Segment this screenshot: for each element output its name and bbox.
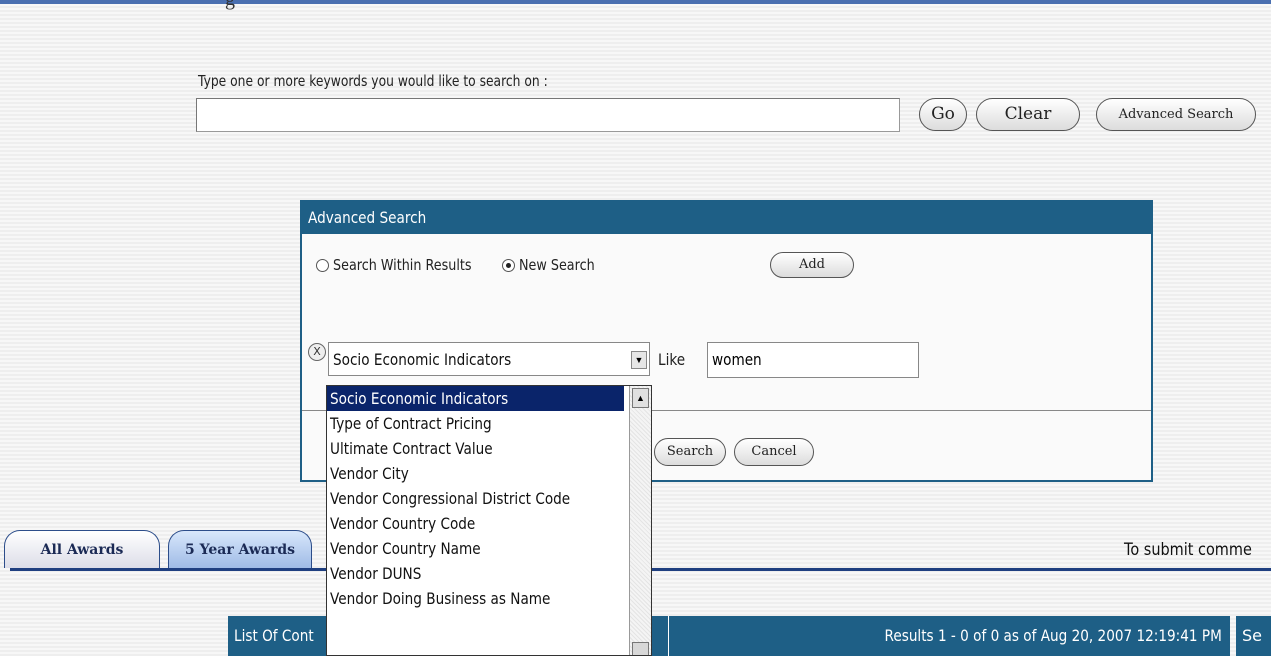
new-search-radio[interactable] xyxy=(501,258,515,272)
cancel-button[interactable]: Cancel xyxy=(734,438,814,466)
scroll-up-arrow-icon[interactable]: ▲ xyxy=(632,388,649,408)
advanced-search-title: Advanced Search xyxy=(308,208,427,227)
dropdown-option[interactable]: Vendor City xyxy=(327,461,624,486)
criterion-value-text: women xyxy=(712,350,762,369)
scroll-thumb[interactable] xyxy=(632,642,649,655)
remove-criterion-icon[interactable]: X xyxy=(308,343,326,361)
dropdown-option[interactable]: Vendor Doing Business as Name xyxy=(327,586,624,611)
dropdown-option[interactable]: Ultimate Contract Value xyxy=(327,436,624,461)
field-dropdown-list[interactable]: Socio Economic Indicators Type of Contra… xyxy=(326,385,652,656)
search-mode-radios: Search Within Results New Search xyxy=(316,256,596,274)
search-within-results-radio[interactable] xyxy=(316,258,329,272)
tab-all-awards[interactable]: All Awards xyxy=(4,530,160,568)
advanced-search-button[interactable]: Advanced Search xyxy=(1096,98,1256,131)
search-within-results-label[interactable]: Search Within Results xyxy=(333,256,472,274)
se-header-cell: Se xyxy=(1236,616,1271,656)
dropdown-option[interactable]: Type of Contract Pricing xyxy=(327,411,624,436)
list-title: List Of Cont xyxy=(234,626,314,645)
field-select-value: Socio Economic Indicators xyxy=(333,350,512,369)
chevron-down-icon[interactable]: ▼ xyxy=(631,351,647,369)
dropdown-option[interactable]: Socio Economic Indicators xyxy=(327,386,624,411)
top-border xyxy=(0,0,1271,4)
add-button[interactable]: Add xyxy=(770,252,854,278)
dropdown-option[interactable]: Vendor Country Code xyxy=(327,511,624,536)
new-search-label[interactable]: New Search xyxy=(519,256,595,274)
operator-label: Like xyxy=(658,350,686,369)
advanced-search-header: Advanced Search xyxy=(302,202,1151,234)
criterion-value-input[interactable]: women xyxy=(707,342,919,378)
submit-comments-text: To submit comme xyxy=(1124,540,1252,560)
dropdown-option[interactable]: Vendor Country Name xyxy=(327,536,624,561)
dropdown-scrollbar[interactable]: ▲ xyxy=(629,386,651,655)
clear-button[interactable]: Clear xyxy=(976,98,1080,131)
field-select[interactable]: Socio Economic Indicators ▼ xyxy=(328,342,650,376)
results-count: Results 1 - 0 of 0 as of Aug 20, 2007 12… xyxy=(884,626,1222,645)
keyword-search-input[interactable] xyxy=(196,98,900,132)
search-button[interactable]: Search xyxy=(654,438,726,466)
keyword-search-label: Type one or more keywords you would like… xyxy=(198,72,548,90)
header-separator xyxy=(668,616,669,656)
go-button[interactable]: Go xyxy=(919,98,967,131)
tab-5-year-awards[interactable]: 5 Year Awards xyxy=(168,530,312,568)
top-clipped-text: g xyxy=(225,0,235,11)
dropdown-option[interactable]: Vendor Congressional District Code xyxy=(327,486,624,511)
dropdown-option[interactable]: Vendor DUNS xyxy=(327,561,624,586)
